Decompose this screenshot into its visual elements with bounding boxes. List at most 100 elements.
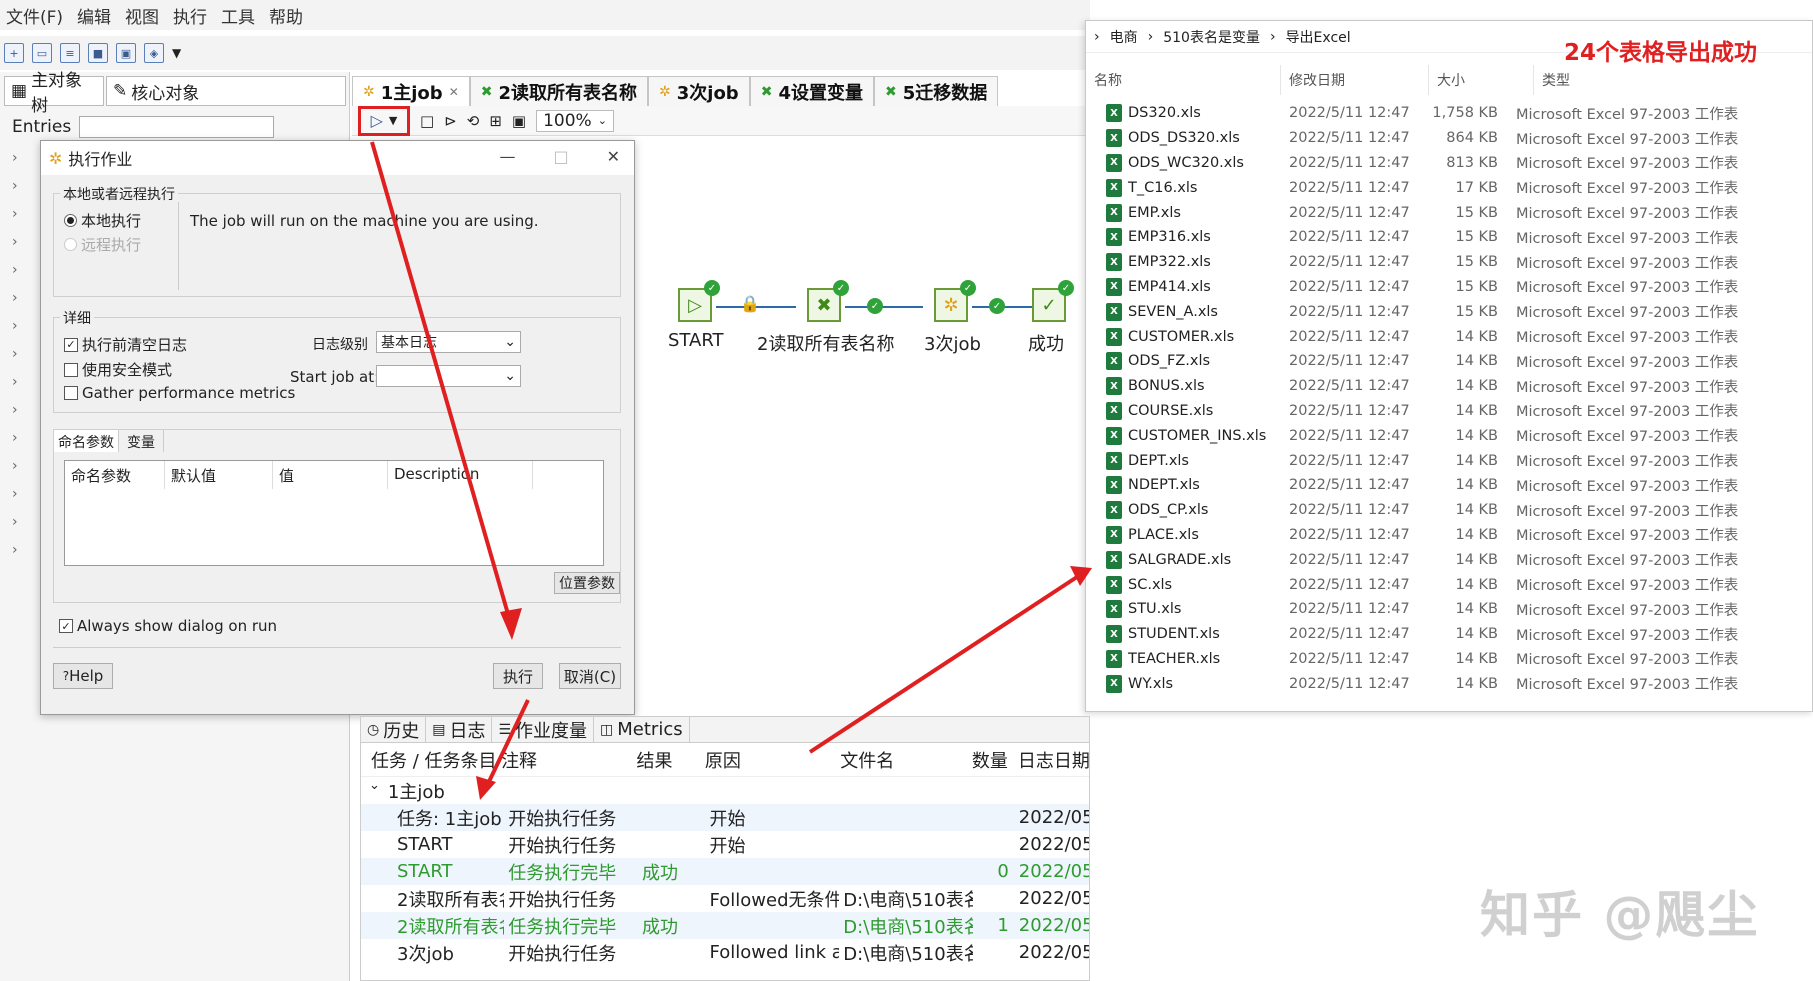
file-row[interactable]: X SALGRADE.xls 2022/5/11 12:47 14 KB Microso… bbox=[1086, 547, 1813, 572]
hop-line[interactable] bbox=[845, 306, 923, 308]
breadcrumb-item[interactable]: 510表名是变量 bbox=[1163, 27, 1260, 47]
tab-5migrate-data[interactable]: ✖ 5迁移数据 bbox=[873, 76, 999, 106]
file-row[interactable]: X TEACHER.xls 2022/5/11 12:47 14 KB Microsof… bbox=[1086, 647, 1813, 672]
result-row[interactable]: START 任务执行完毕 成功 0 2022/05/1... bbox=[361, 858, 1089, 885]
chevron-right-icon[interactable]: › bbox=[12, 430, 18, 446]
file-row[interactable]: X STU.xls 2022/5/11 12:47 14 KB Microsoft Ex… bbox=[1086, 597, 1813, 622]
chevron-right-icon[interactable]: › bbox=[12, 542, 18, 558]
radio-remote-exec[interactable]: 远程执行 bbox=[64, 234, 141, 255]
file-row[interactable]: X STUDENT.xls 2022/5/11 12:47 14 KB Microsof… bbox=[1086, 622, 1813, 647]
file-row[interactable]: X EMP316.xls 2022/5/11 12:47 15 KB Microsoft… bbox=[1086, 225, 1813, 250]
positional-params-button[interactable]: 位置参数 bbox=[554, 572, 620, 594]
column-reason[interactable]: 原因 bbox=[701, 747, 836, 773]
chevron-right-icon[interactable]: › bbox=[12, 374, 18, 390]
chevron-right-icon[interactable]: › bbox=[12, 262, 18, 278]
maximize-icon[interactable]: □ bbox=[553, 147, 568, 166]
file-row[interactable]: X CUSTOMER_INS.xls 2022/5/11 12:47 14 KB Mic… bbox=[1086, 423, 1813, 448]
column-task[interactable]: 任务 / 任务条目 bbox=[361, 747, 497, 773]
file-row[interactable]: X COURSE.xls 2022/5/11 12:47 14 KB Microsoft… bbox=[1086, 399, 1813, 424]
tab-job-metrics[interactable]: ☰ 作业度量 bbox=[492, 717, 595, 742]
file-row[interactable]: X T_C16.xls 2022/5/11 12:47 17 KB Microsoft … bbox=[1086, 175, 1813, 200]
result-row[interactable]: 2读取所有表名称开始执行任务 Followed无条件的链接D:\电商\510表名是… bbox=[361, 885, 1089, 912]
column-name[interactable]: 名称 bbox=[1086, 65, 1281, 95]
file-row[interactable]: X DEPT.xls 2022/5/11 12:47 14 KB Microsoft E… bbox=[1086, 448, 1813, 473]
node-read-tables[interactable]: ✖ ✓ bbox=[807, 280, 849, 322]
chevron-down-icon[interactable]: ⌄ bbox=[369, 778, 380, 804]
menu-file[interactable]: 文件(F) bbox=[6, 3, 63, 28]
tab-main-object-tree[interactable]: ▦ 主对象树 bbox=[4, 71, 104, 116]
checkbox-always-show[interactable]: ✓ Always show dialog on run bbox=[59, 617, 277, 635]
checkbox-safe-mode[interactable]: 使用安全模式 bbox=[64, 359, 172, 380]
column-note[interactable]: 注释 bbox=[497, 747, 632, 773]
tab-metrics[interactable]: ◫ Metrics bbox=[594, 717, 690, 742]
minimize-icon[interactable]: — bbox=[499, 147, 515, 166]
save-as-icon[interactable]: ▣ bbox=[116, 43, 136, 63]
tab-1main-job[interactable]: ✲ 1主job ✕ bbox=[352, 76, 470, 106]
chevron-right-icon[interactable]: › bbox=[12, 402, 18, 418]
result-row[interactable]: START 开始执行任务 开始 2022/05/1... bbox=[361, 831, 1089, 858]
tab-2read-table-names[interactable]: ✖ 2读取所有表名称 bbox=[469, 76, 649, 106]
menu-view[interactable]: 视图 bbox=[125, 3, 159, 28]
run-job-button[interactable]: 执行 bbox=[493, 663, 543, 689]
start-job-select[interactable]: ⌄ bbox=[376, 365, 521, 387]
chevron-right-icon[interactable]: › bbox=[12, 150, 18, 166]
chevron-right-icon[interactable]: › bbox=[12, 514, 18, 530]
column-type[interactable]: 类型 bbox=[1534, 65, 1774, 95]
chevron-right-icon[interactable]: › bbox=[12, 458, 18, 474]
menu-edit[interactable]: 编辑 bbox=[77, 3, 111, 28]
log-level-select[interactable]: 基本日志 ⌄ bbox=[376, 331, 521, 353]
file-row[interactable]: X DS320.xls 2022/5/11 12:47 1,758 KB Microso… bbox=[1086, 101, 1813, 126]
menu-tools[interactable]: 工具 bbox=[221, 3, 255, 28]
node-sub-job[interactable]: ✲ ✓ bbox=[934, 280, 976, 322]
close-icon[interactable]: ✕ bbox=[449, 85, 459, 99]
cancel-button[interactable]: 取消(C) bbox=[559, 663, 621, 689]
column-modified[interactable]: 修改日期 bbox=[1281, 65, 1429, 95]
check-icon[interactable]: ⟲ bbox=[467, 112, 480, 130]
file-row[interactable]: X NDEPT.xls 2022/5/11 12:47 14 KB Microsoft … bbox=[1086, 473, 1813, 498]
result-row[interactable]: 2读取所有表名称任务执行完毕 成功 D:\电商\510表名是变... 1 2022/05… bbox=[361, 912, 1089, 939]
hop-line[interactable] bbox=[972, 306, 1040, 308]
results-group-row[interactable]: ⌄ 1主job bbox=[361, 777, 1089, 804]
close-icon[interactable]: ✕ bbox=[607, 147, 620, 166]
help-button[interactable]: ? Help bbox=[53, 663, 113, 689]
open-icon[interactable]: ▭ bbox=[32, 43, 52, 63]
file-row[interactable]: X SEVEN_A.xls 2022/5/11 12:47 15 KB Microsof… bbox=[1086, 299, 1813, 324]
chevron-right-icon[interactable]: › bbox=[12, 234, 18, 250]
explore-db-icon[interactable]: ▣ bbox=[512, 112, 526, 130]
chevron-right-icon[interactable]: › bbox=[12, 318, 18, 334]
file-row[interactable]: X EMP322.xls 2022/5/11 12:47 15 KB Microsoft… bbox=[1086, 250, 1813, 275]
column-result[interactable]: 结果 bbox=[632, 747, 700, 773]
stop-icon[interactable]: □ bbox=[420, 112, 434, 130]
file-row[interactable]: X BONUS.xls 2022/5/11 12:47 14 KB Microsoft … bbox=[1086, 374, 1813, 399]
breadcrumb-item[interactable]: 电商 bbox=[1110, 27, 1138, 47]
sql-icon[interactable]: ⊞ bbox=[489, 112, 502, 130]
node-success[interactable]: ✓ ✓ bbox=[1032, 280, 1074, 322]
chevron-right-icon[interactable]: › bbox=[12, 206, 18, 222]
file-row[interactable]: X PLACE.xls 2022/5/11 12:47 14 KB Microsoft … bbox=[1086, 523, 1813, 548]
file-row[interactable]: X SC.xls 2022/5/11 12:47 14 KB Microsoft Exc… bbox=[1086, 572, 1813, 597]
tab-log[interactable]: ▤ 日志 bbox=[426, 717, 493, 742]
node-start[interactable]: ▷ ✓ bbox=[678, 280, 720, 322]
tab-3sub-job[interactable]: ✲ 3次job bbox=[648, 76, 750, 106]
chevron-right-icon[interactable]: › bbox=[12, 346, 18, 362]
chevron-right-icon[interactable]: › bbox=[12, 290, 18, 306]
checkbox-gather-metrics[interactable]: Gather performance metrics bbox=[64, 384, 295, 402]
chevron-right-icon[interactable]: › bbox=[12, 486, 18, 502]
column-size[interactable]: 大小 bbox=[1429, 65, 1534, 95]
menu-help[interactable]: 帮助 bbox=[269, 3, 303, 28]
result-row[interactable]: 任务: 1主job 开始执行任务 开始 2022/05/1... bbox=[361, 804, 1089, 831]
column-filename[interactable]: 文件名 bbox=[836, 747, 971, 773]
explore-icon[interactable]: ≡ bbox=[60, 43, 80, 63]
zoom-select[interactable]: 100% ⌄ bbox=[536, 109, 614, 132]
layers-icon[interactable]: ◈ bbox=[144, 43, 164, 63]
tab-4set-variables[interactable]: ✖ 4设置变量 bbox=[749, 76, 874, 106]
chevron-down-icon[interactable]: ▼ bbox=[172, 46, 181, 60]
tab-core-objects[interactable]: ✎ 核心对象 bbox=[106, 76, 346, 106]
chevron-right-icon[interactable]: › bbox=[12, 178, 18, 194]
entries-search-input[interactable] bbox=[79, 116, 275, 138]
save-icon[interactable]: ■ bbox=[88, 43, 108, 63]
params-table[interactable]: 命名参数 默认值 值 Description bbox=[64, 460, 604, 566]
result-row[interactable]: 3次job 开始执行任务 Followed link after s...D:\电商… bbox=[361, 939, 1089, 966]
column-count[interactable]: 数量 bbox=[972, 747, 1014, 773]
checkbox-clear-log[interactable]: ✓ 执行前清空日志 bbox=[64, 334, 187, 355]
